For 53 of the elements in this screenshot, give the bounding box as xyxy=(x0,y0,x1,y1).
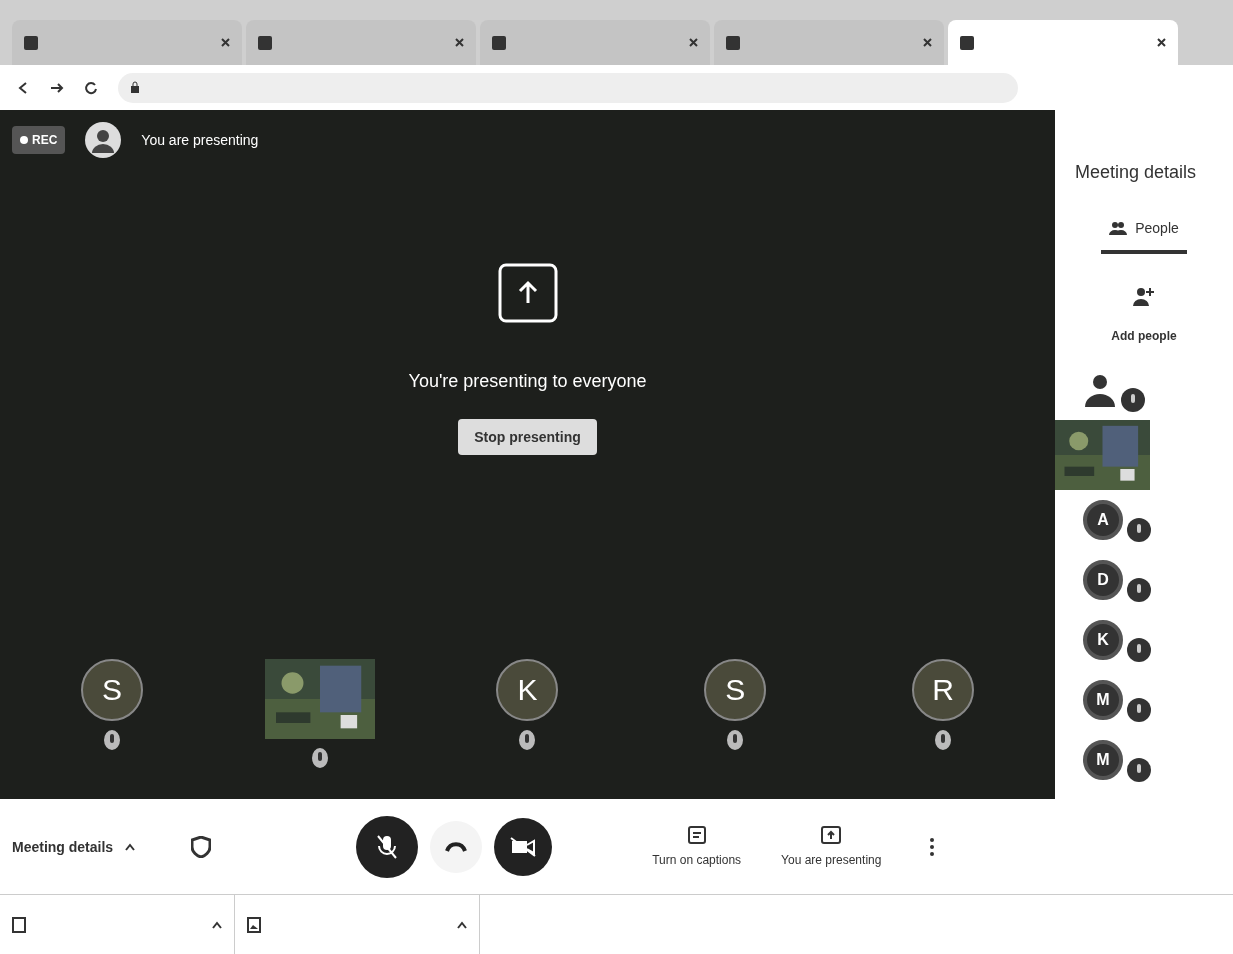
page-icon xyxy=(960,35,974,50)
phone-icon xyxy=(445,840,468,853)
caret-icon xyxy=(212,920,222,929)
page-icon xyxy=(24,35,38,50)
participant-avatar: K xyxy=(496,659,559,721)
browser-tab[interactable] xyxy=(480,20,710,65)
upload-icon xyxy=(497,263,558,323)
participant-avatar: A xyxy=(1083,500,1123,540)
page-icon xyxy=(726,35,740,50)
participant-avatar: S xyxy=(80,659,143,721)
panel-title: Meeting details xyxy=(1075,161,1197,184)
present-button[interactable]: You are presenting xyxy=(781,825,882,868)
person-icon xyxy=(1083,373,1117,407)
reload-icon[interactable] xyxy=(84,80,98,95)
participant-avatar: R xyxy=(912,659,975,721)
forward-icon[interactable] xyxy=(50,80,64,95)
participant-avatar: M xyxy=(1083,740,1123,780)
present-icon xyxy=(821,825,842,844)
close-icon[interactable] xyxy=(455,38,464,47)
caret-icon[interactable] xyxy=(125,842,136,851)
close-icon[interactable] xyxy=(689,38,698,47)
close-icon[interactable] xyxy=(1157,38,1166,47)
participant-avatar: K xyxy=(1083,620,1123,660)
people-icon xyxy=(1109,221,1128,235)
meeting-details-button[interactable]: Meeting details xyxy=(12,836,114,857)
caret-icon xyxy=(457,920,467,929)
recording-badge: REC xyxy=(12,126,66,154)
close-icon[interactable] xyxy=(923,38,932,47)
camera-off-icon xyxy=(510,836,537,857)
captions-button[interactable]: Turn on captions xyxy=(652,825,742,868)
page-icon xyxy=(258,35,272,50)
file-icon xyxy=(12,916,26,933)
participant-avatar: D xyxy=(1083,560,1123,600)
stop-presenting-button[interactable]: Stop presenting xyxy=(458,419,597,455)
add-person-icon[interactable] xyxy=(1133,286,1155,308)
people-tab[interactable]: People xyxy=(1101,218,1187,254)
browser-tab[interactable] xyxy=(948,20,1178,65)
user-icon xyxy=(85,122,122,158)
browser-tab[interactable] xyxy=(714,20,944,65)
presenting-message: You're presenting to everyone xyxy=(408,370,647,393)
page-icon xyxy=(492,35,506,50)
captions-icon xyxy=(687,825,706,844)
more-options-icon[interactable] xyxy=(929,836,936,857)
browser-tab[interactable] xyxy=(246,20,476,65)
participant-avatar: S xyxy=(704,659,767,721)
close-icon[interactable] xyxy=(221,38,230,47)
shield-icon[interactable] xyxy=(191,835,212,858)
participant-avatar: M xyxy=(1083,680,1123,720)
browser-tab[interactable] xyxy=(12,20,242,65)
add-people-label: Add people xyxy=(1111,328,1177,344)
presenting-status: You are presenting xyxy=(141,131,259,150)
image-file-icon xyxy=(247,916,261,933)
lock-icon xyxy=(130,81,140,94)
